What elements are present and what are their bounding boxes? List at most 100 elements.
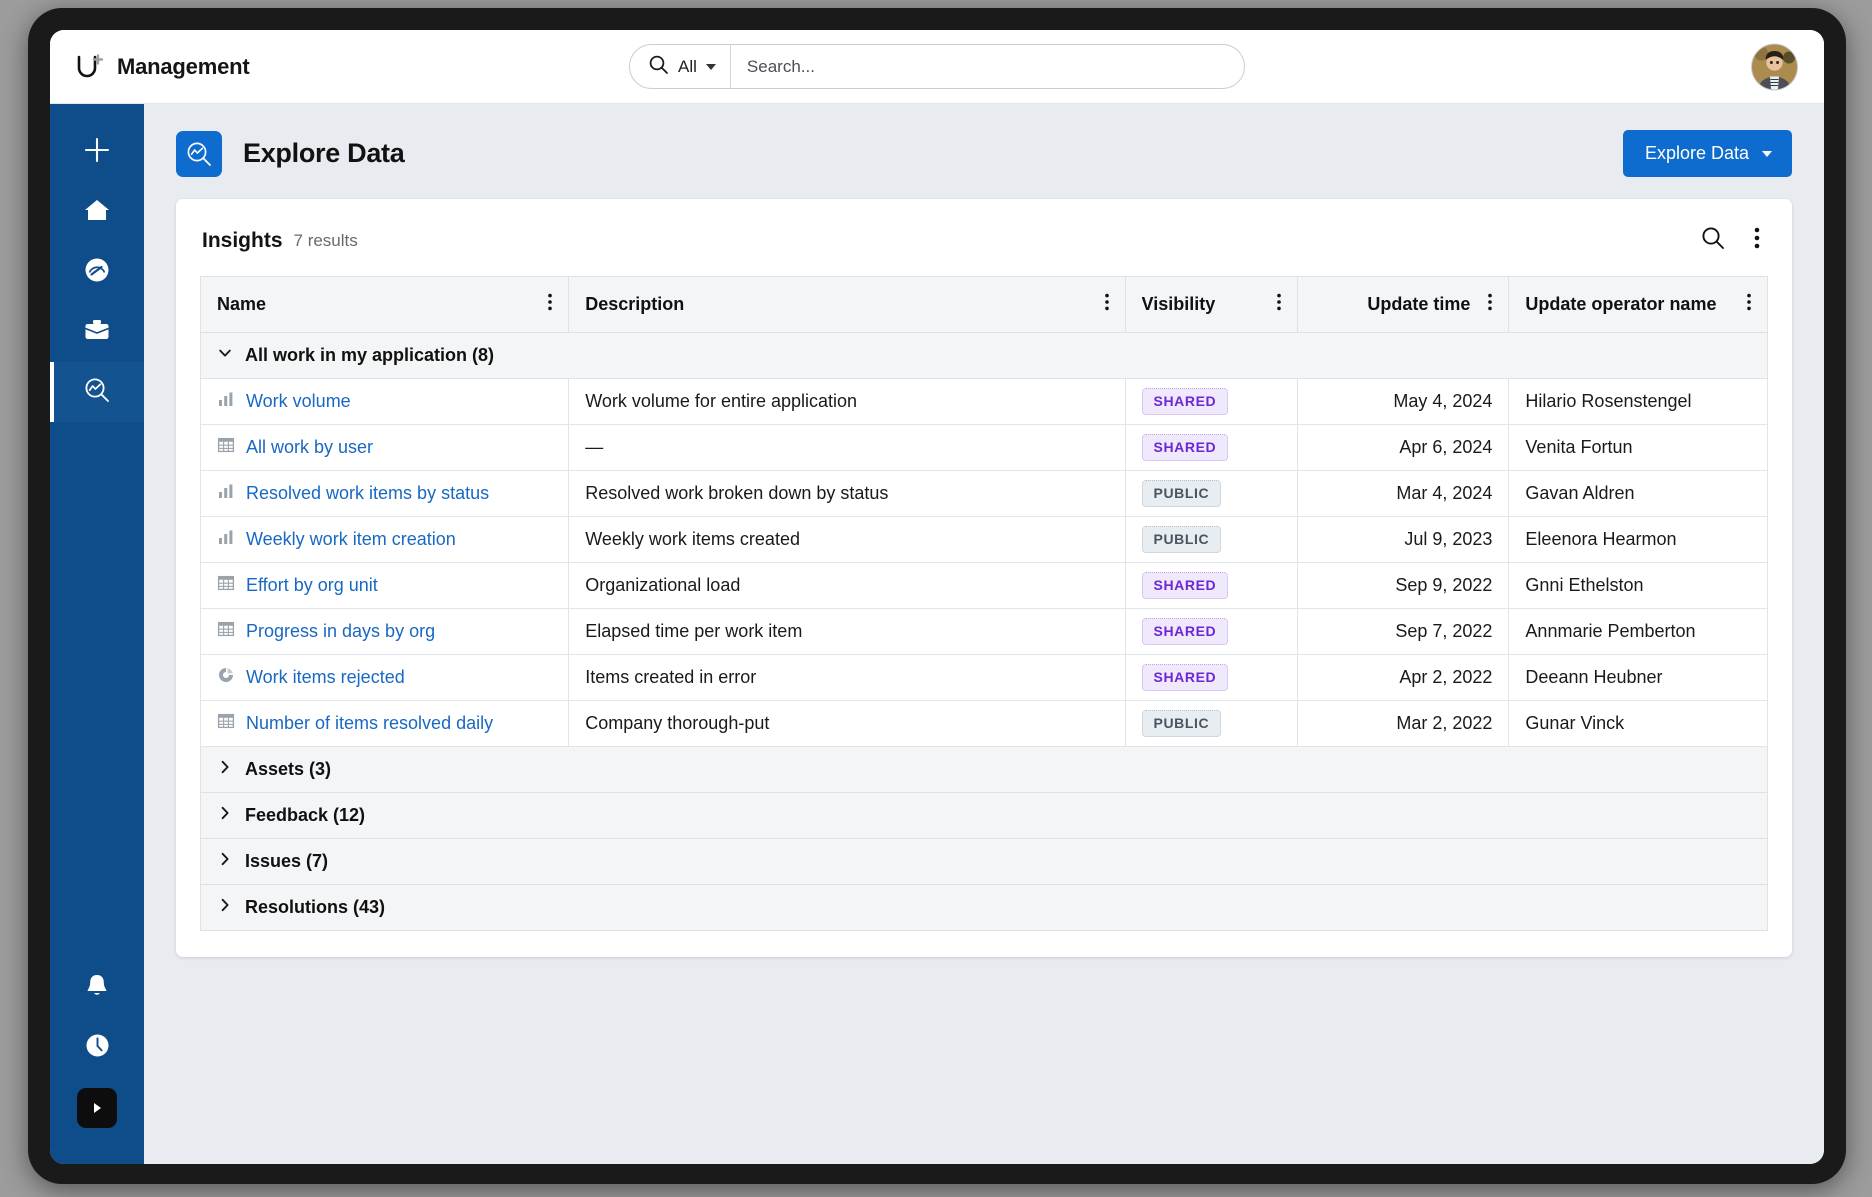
cell-operator: Gunar Vinck — [1508, 700, 1768, 747]
sidebar-item-media[interactable] — [50, 1078, 144, 1138]
insight-name-link[interactable]: Effort by org unit — [246, 575, 378, 596]
cell-operator: Deeann Heubner — [1508, 654, 1768, 701]
cell-update-time: Jul 9, 2023 — [1296, 516, 1510, 563]
table-row[interactable]: Number of items resolved daily Company th… — [199, 700, 1768, 747]
table-row[interactable]: Progress in days by org Elapsed time per … — [199, 608, 1768, 655]
sidebar-item-home[interactable] — [50, 182, 144, 242]
chevron-right-icon[interactable] — [217, 759, 233, 780]
table-row[interactable]: All work by user — SHARED Apr 6, 2024 Venita… — [199, 424, 1768, 471]
status-badge: SHARED — [1141, 388, 1229, 415]
sidebar-item-create[interactable] — [50, 122, 144, 182]
column-header-update-operator-name[interactable]: Update operator name — [1508, 276, 1768, 333]
column-header-name[interactable]: Name — [199, 276, 570, 333]
cell-update-time: Sep 7, 2022 — [1296, 608, 1510, 655]
avatar[interactable] — [1751, 43, 1798, 90]
cell-name: Number of items resolved daily — [199, 700, 570, 747]
explore-data-button[interactable]: Explore Data — [1622, 130, 1792, 177]
insight-name-link[interactable]: Resolved work items by status — [246, 483, 489, 504]
table-group-row[interactable]: Assets (3) — [200, 746, 1768, 793]
card-kebab-menu-icon[interactable] — [1754, 226, 1760, 255]
chevron-down-icon[interactable] — [217, 345, 233, 366]
main-content: Explore Data Explore Data Insights 7 res… — [144, 104, 1824, 1164]
card-search-icon[interactable] — [1700, 225, 1726, 256]
card-title: Insights — [202, 228, 283, 252]
sidebar-item-notifications[interactable] — [50, 958, 144, 1018]
table-group-row[interactable]: All work in my application (8) — [200, 332, 1768, 379]
table-row[interactable]: Resolved work items by status Resolved wo… — [199, 470, 1768, 517]
cell-visibility: PUBLIC — [1124, 516, 1298, 563]
insight-name-link[interactable]: Progress in days by org — [246, 621, 435, 642]
search-input[interactable] — [730, 45, 1244, 88]
group-label: Issues (7) — [245, 851, 329, 871]
column-header-description[interactable]: Description — [568, 276, 1126, 333]
table-body: All work in my application (8) Work volum… — [199, 332, 1768, 931]
kebab-menu-icon[interactable] — [1488, 293, 1493, 316]
cell-update-time: Mar 2, 2022 — [1296, 700, 1510, 747]
chevron-right-icon[interactable] — [217, 897, 233, 918]
insights-table: Name Description Visibility Update time … — [199, 276, 1768, 931]
table-group-cell: All work in my application (8) — [200, 332, 1768, 379]
sidebar-item-work[interactable] — [50, 302, 144, 362]
table-group-row[interactable]: Resolutions (43) — [200, 884, 1768, 931]
cell-operator: Eleenora Hearmon — [1508, 516, 1768, 563]
home-icon — [83, 196, 111, 229]
cell-name: Resolved work items by status — [199, 470, 570, 517]
cell-name: Work items rejected — [199, 654, 570, 701]
explore-data-icon — [176, 130, 222, 177]
column-label: Update operator name — [1525, 294, 1717, 314]
table-row[interactable]: Weekly work item creation Weekly work ite… — [199, 516, 1768, 563]
app-screen: Management All Search... Explore Data Ex… — [50, 30, 1824, 1164]
sidebar-item-dashboards[interactable] — [50, 242, 144, 302]
donut-chart-icon — [217, 666, 235, 689]
card-header: Insights 7 results — [200, 221, 1768, 276]
chevron-down-icon — [1762, 150, 1772, 157]
column-header-visibility[interactable]: Visibility — [1124, 276, 1298, 333]
brand-title: Management — [117, 53, 250, 79]
table-row[interactable]: Effort by org unit Organizational load SHA… — [199, 562, 1768, 609]
top-bar: Management All — [50, 30, 1824, 104]
kebab-menu-icon[interactable] — [1747, 293, 1751, 316]
table-group-row[interactable]: Issues (7) — [200, 838, 1768, 885]
table-group-row[interactable]: Feedback (12) — [200, 792, 1768, 839]
insight-name-link[interactable]: Work volume — [246, 391, 351, 412]
insight-name-link[interactable]: Work items rejected — [246, 667, 405, 688]
page-header: Explore Data Explore Data — [144, 104, 1824, 199]
status-badge: PUBLIC — [1141, 480, 1222, 507]
kebab-menu-icon[interactable] — [1104, 293, 1109, 316]
cell-operator: Annmarie Pemberton — [1508, 608, 1768, 655]
cell-description: Work volume for entire application — [568, 378, 1126, 425]
insight-name-link[interactable]: Weekly work item creation — [246, 529, 456, 550]
briefcase-icon — [83, 316, 111, 349]
bell-icon — [84, 972, 110, 1004]
app-body: Explore Data Explore Data Insights 7 res… — [50, 104, 1824, 1164]
brand[interactable]: Management — [50, 52, 610, 82]
column-label: Update time — [1367, 294, 1471, 314]
cell-visibility: SHARED — [1124, 654, 1298, 701]
search-scope-dropdown[interactable]: All — [630, 45, 731, 88]
bar-chart-icon — [217, 482, 235, 505]
table-row[interactable]: Work volume Work volume for entire applic… — [199, 378, 1768, 425]
chevron-right-icon[interactable] — [217, 805, 233, 826]
sidebar-item-recent[interactable] — [50, 1018, 144, 1078]
column-header-update-time[interactable]: Update time — [1296, 276, 1510, 333]
kebab-menu-icon[interactable] — [548, 293, 553, 316]
table-group-cell: Issues (7) — [200, 838, 1768, 885]
chevron-right-icon[interactable] — [217, 851, 233, 872]
cell-name: Progress in days by org — [199, 608, 570, 655]
cell-description: Company thorough-put — [568, 700, 1126, 747]
search-scope-label: All — [678, 56, 697, 76]
card-actions — [1700, 225, 1766, 256]
u-plus-logo-icon — [74, 52, 104, 82]
table-header-row: Name Description Visibility Update time … — [199, 276, 1768, 333]
global-search[interactable]: All — [629, 44, 1245, 89]
insight-name-link[interactable]: All work by user — [246, 437, 373, 458]
insight-name-link[interactable]: Number of items resolved daily — [246, 713, 493, 734]
table-row[interactable]: Work items rejected Items created in erro… — [199, 654, 1768, 701]
plus-icon — [82, 135, 112, 170]
group-label: Feedback (12) — [245, 805, 366, 825]
cell-update-time: Apr 2, 2022 — [1296, 654, 1510, 701]
sidebar-item-explore-data[interactable] — [50, 362, 144, 422]
cell-operator: Gnni Ethelston — [1508, 562, 1768, 609]
group-label: Resolutions (43) — [245, 897, 386, 917]
kebab-menu-icon[interactable] — [1277, 293, 1281, 316]
